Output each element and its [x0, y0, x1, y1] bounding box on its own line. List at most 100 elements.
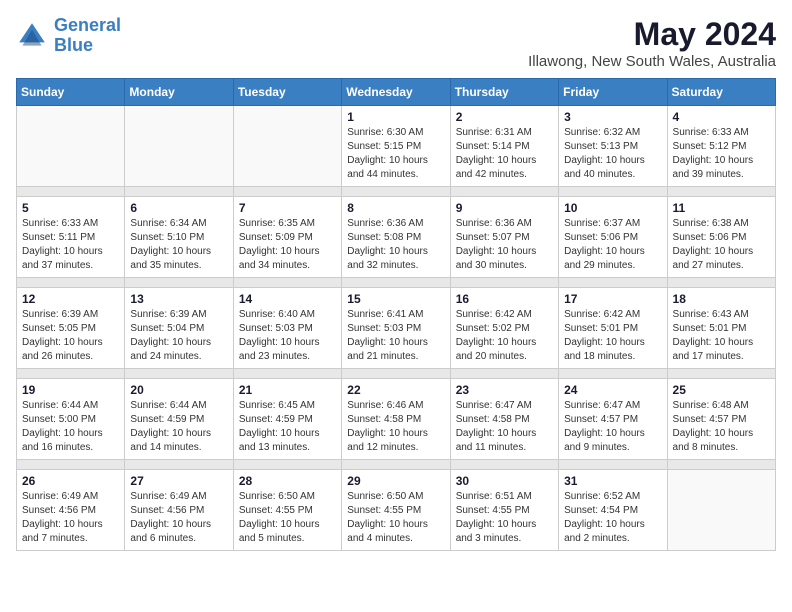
weekday-header-saturday: Saturday: [667, 79, 775, 106]
calendar-week-row: 12 Sunrise: 6:39 AM Sunset: 5:05 PM Dayli…: [17, 288, 776, 369]
weekday-header-tuesday: Tuesday: [233, 79, 341, 106]
calendar-cell: 9 Sunrise: 6:36 AM Sunset: 5:07 PM Daylig…: [450, 197, 558, 278]
day-number: 9: [456, 201, 553, 215]
day-info: Sunrise: 6:44 AM Sunset: 5:00 PM Dayligh…: [22, 399, 119, 455]
calendar-cell: [233, 106, 341, 187]
calendar-cell: 15Sunrise: 6:41 AM Sunset: 5:03 PM Dayli…: [342, 288, 450, 369]
day-info: Sunrise: 6:46 AM Sunset: 4:58 PM Dayligh…: [347, 399, 444, 455]
weekday-header-row: SundayMondayTuesdayWednesdayThursdayFrid…: [17, 79, 776, 106]
calendar-cell: 29 Sunrise: 6:50 AM Sunset: 4:55 PM Dayli…: [342, 470, 450, 551]
calendar-cell: 8 Sunrise: 6:36 AM Sunset: 5:08 PM Daylig…: [342, 197, 450, 278]
day-info: Sunrise: 6:47 AM Sunset: 4:58 PM Dayligh…: [456, 399, 553, 455]
calendar-cell: [667, 470, 775, 551]
day-number: 5: [22, 201, 119, 215]
week-divider-row: [17, 460, 776, 470]
day-info: Sunrise: 6:33 AM Sunset: 5:11 PM Dayligh…: [22, 217, 119, 273]
calendar-cell: 4 Sunrise: 6:33 AM Sunset: 5:12 PM Daylig…: [667, 106, 775, 187]
weekday-header-wednesday: Wednesday: [342, 79, 450, 106]
day-number: 24: [564, 383, 661, 397]
calendar-cell: 23Sunrise: 6:47 AM Sunset: 4:58 PM Dayli…: [450, 379, 558, 460]
day-number: 2: [456, 110, 553, 124]
day-info: Sunrise: 6:52 AM Sunset: 4:54 PM Dayligh…: [564, 490, 661, 546]
day-number: 8: [347, 201, 444, 215]
calendar-cell: 18 Sunrise: 6:43 AM Sunset: 5:01 PM Dayli…: [667, 288, 775, 369]
calendar-week-row: 19 Sunrise: 6:44 AM Sunset: 5:00 PM Dayli…: [17, 379, 776, 460]
day-info: Sunrise: 6:39 AM Sunset: 5:04 PM Dayligh…: [130, 308, 227, 364]
day-info: Sunrise: 6:33 AM Sunset: 5:12 PM Dayligh…: [673, 126, 770, 182]
day-info: Sunrise: 6:34 AM Sunset: 5:10 PM Dayligh…: [130, 217, 227, 273]
weekday-header-friday: Friday: [559, 79, 667, 106]
week-divider-row: [17, 278, 776, 288]
day-info: Sunrise: 6:51 AM Sunset: 4:55 PM Dayligh…: [456, 490, 553, 546]
calendar-cell: 25Sunrise: 6:48 AM Sunset: 4:57 PM Dayli…: [667, 379, 775, 460]
day-number: 25: [673, 383, 770, 397]
day-number: 13: [130, 292, 227, 306]
calendar-cell: 30 Sunrise: 6:51 AM Sunset: 4:55 PM Dayli…: [450, 470, 558, 551]
calendar-cell: 17 Sunrise: 6:42 AM Sunset: 5:01 PM Dayli…: [559, 288, 667, 369]
day-info: Sunrise: 6:42 AM Sunset: 5:01 PM Dayligh…: [564, 308, 661, 364]
day-info: Sunrise: 6:36 AM Sunset: 5:08 PM Dayligh…: [347, 217, 444, 273]
day-number: 12: [22, 292, 119, 306]
day-info: Sunrise: 6:38 AM Sunset: 5:06 PM Dayligh…: [673, 217, 770, 273]
day-number: 1: [347, 110, 444, 124]
day-info: Sunrise: 6:39 AM Sunset: 5:05 PM Dayligh…: [22, 308, 119, 364]
title-block: May 2024 Illawong, New South Wales, Aust…: [528, 16, 776, 70]
calendar-cell: 12 Sunrise: 6:39 AM Sunset: 5:05 PM Dayli…: [17, 288, 125, 369]
day-number: 4: [673, 110, 770, 124]
day-info: Sunrise: 6:31 AM Sunset: 5:14 PM Dayligh…: [456, 126, 553, 182]
day-info: Sunrise: 6:47 AM Sunset: 4:57 PM Dayligh…: [564, 399, 661, 455]
calendar-cell: 13 Sunrise: 6:39 AM Sunset: 5:04 PM Dayli…: [125, 288, 233, 369]
calendar-cell: 21 Sunrise: 6:45 AM Sunset: 4:59 PM Dayli…: [233, 379, 341, 460]
logo-icon: [16, 20, 48, 52]
calendar-week-row: 26 Sunrise: 6:49 AM Sunset: 4:56 PM Dayli…: [17, 470, 776, 551]
calendar-cell: [17, 106, 125, 187]
day-number: 22: [347, 383, 444, 397]
logo-general: General: [54, 15, 121, 35]
calendar-cell: 3Sunrise: 6:32 AM Sunset: 5:13 PM Daylig…: [559, 106, 667, 187]
calendar-cell: 10Sunrise: 6:37 AM Sunset: 5:06 PM Dayli…: [559, 197, 667, 278]
day-number: 20: [130, 383, 227, 397]
day-number: 29: [347, 474, 444, 488]
day-number: 18: [673, 292, 770, 306]
day-info: Sunrise: 6:30 AM Sunset: 5:15 PM Dayligh…: [347, 126, 444, 182]
subtitle: Illawong, New South Wales, Australia: [528, 53, 776, 70]
day-info: Sunrise: 6:40 AM Sunset: 5:03 PM Dayligh…: [239, 308, 336, 364]
calendar-cell: 16 Sunrise: 6:42 AM Sunset: 5:02 PM Dayli…: [450, 288, 558, 369]
weekday-header-sunday: Sunday: [17, 79, 125, 106]
calendar-cell: [125, 106, 233, 187]
calendar-cell: 26 Sunrise: 6:49 AM Sunset: 4:56 PM Dayli…: [17, 470, 125, 551]
calendar-cell: 6 Sunrise: 6:34 AM Sunset: 5:10 PM Daylig…: [125, 197, 233, 278]
day-info: Sunrise: 6:42 AM Sunset: 5:02 PM Dayligh…: [456, 308, 553, 364]
day-number: 26: [22, 474, 119, 488]
logo-text: General Blue: [54, 16, 121, 56]
calendar-week-row: 1 Sunrise: 6:30 AM Sunset: 5:15 PM Daylig…: [17, 106, 776, 187]
logo: General Blue: [16, 16, 121, 56]
day-number: 11: [673, 201, 770, 215]
day-number: 15: [347, 292, 444, 306]
day-number: 17: [564, 292, 661, 306]
calendar-cell: 28Sunrise: 6:50 AM Sunset: 4:55 PM Dayli…: [233, 470, 341, 551]
day-info: Sunrise: 6:45 AM Sunset: 4:59 PM Dayligh…: [239, 399, 336, 455]
day-number: 7: [239, 201, 336, 215]
day-info: Sunrise: 6:49 AM Sunset: 4:56 PM Dayligh…: [22, 490, 119, 546]
calendar-cell: 19 Sunrise: 6:44 AM Sunset: 5:00 PM Dayli…: [17, 379, 125, 460]
week-divider-row: [17, 187, 776, 197]
day-number: 30: [456, 474, 553, 488]
calendar-cell: 27Sunrise: 6:49 AM Sunset: 4:56 PM Dayli…: [125, 470, 233, 551]
calendar-week-row: 5 Sunrise: 6:33 AM Sunset: 5:11 PM Daylig…: [17, 197, 776, 278]
week-divider-row: [17, 369, 776, 379]
day-number: 21: [239, 383, 336, 397]
day-info: Sunrise: 6:43 AM Sunset: 5:01 PM Dayligh…: [673, 308, 770, 364]
calendar-cell: 5 Sunrise: 6:33 AM Sunset: 5:11 PM Daylig…: [17, 197, 125, 278]
day-info: Sunrise: 6:50 AM Sunset: 4:55 PM Dayligh…: [347, 490, 444, 546]
day-number: 27: [130, 474, 227, 488]
weekday-header-monday: Monday: [125, 79, 233, 106]
day-number: 19: [22, 383, 119, 397]
day-info: Sunrise: 6:36 AM Sunset: 5:07 PM Dayligh…: [456, 217, 553, 273]
calendar-cell: 2 Sunrise: 6:31 AM Sunset: 5:14 PM Daylig…: [450, 106, 558, 187]
calendar-cell: 24 Sunrise: 6:47 AM Sunset: 4:57 PM Dayli…: [559, 379, 667, 460]
calendar-cell: 20Sunrise: 6:44 AM Sunset: 4:59 PM Dayli…: [125, 379, 233, 460]
day-number: 6: [130, 201, 227, 215]
day-number: 16: [456, 292, 553, 306]
day-info: Sunrise: 6:32 AM Sunset: 5:13 PM Dayligh…: [564, 126, 661, 182]
